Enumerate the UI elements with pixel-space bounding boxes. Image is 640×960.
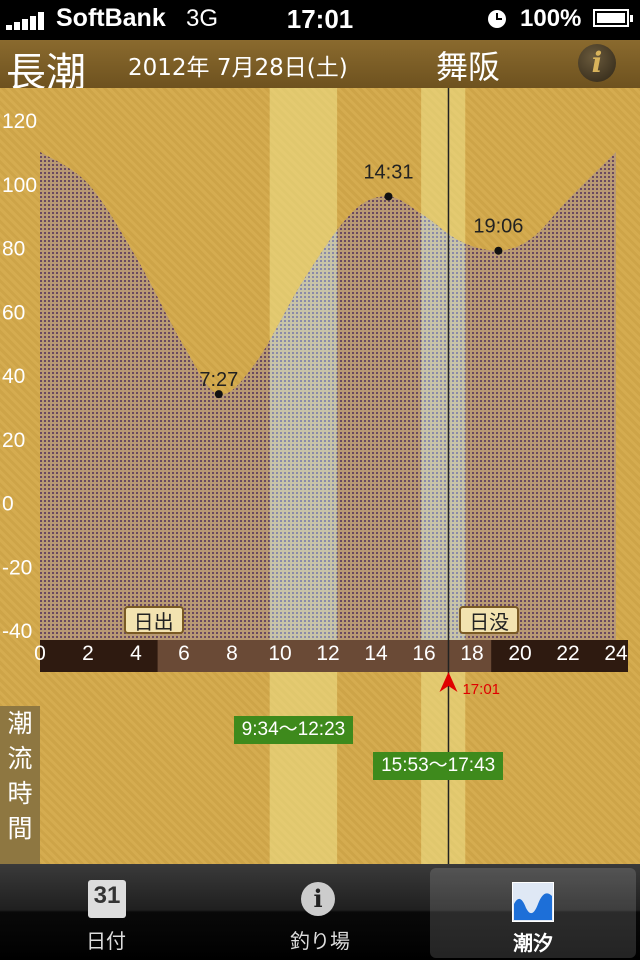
location-label[interactable]: 舞阪 bbox=[436, 42, 500, 88]
extremum-label: 14:31 bbox=[363, 162, 413, 184]
tab-tide-label: 潮汐 bbox=[513, 931, 553, 955]
x-tick-label: 20 bbox=[508, 642, 531, 665]
tab-fishing-spot-label: 釣り場 bbox=[290, 929, 350, 953]
info-icon: i bbox=[301, 882, 335, 916]
current-time-label: 17:01 bbox=[462, 681, 500, 698]
x-tick-label: 2 bbox=[82, 642, 94, 665]
x-tick-label: 4 bbox=[130, 642, 142, 665]
app-screen: SoftBank 3G 17:01 100% 長潮 2012年 7月28日(土)… bbox=[0, 0, 640, 960]
x-tick-label: 6 bbox=[178, 642, 190, 665]
tab-tide[interactable]: 潮汐 bbox=[430, 868, 636, 958]
extremum-point bbox=[494, 246, 503, 255]
tab-date[interactable]: 31 日付 bbox=[0, 864, 212, 960]
x-tick-label: 16 bbox=[412, 642, 435, 665]
extremum-label: 7:27 bbox=[199, 369, 238, 391]
x-tick-label: 12 bbox=[316, 642, 339, 665]
tab-date-label: 日付 bbox=[86, 929, 126, 953]
y-tick-label: -20 bbox=[2, 556, 32, 579]
tide-chart: 120100806040200-20-40 0 2 4 6 8 10 12 14 16 18 20 2… bbox=[2, 88, 628, 864]
sunset-badge: 日没 bbox=[459, 606, 520, 634]
x-tick-label: 18 bbox=[460, 642, 483, 665]
fishing-window-1: 9:34〜12:23 bbox=[233, 716, 354, 744]
date-label[interactable]: 2012年 7月28日(土) bbox=[128, 48, 348, 82]
x-tick-label: 10 bbox=[268, 642, 291, 665]
info-icon[interactable]: i bbox=[578, 44, 616, 82]
y-tick-label: -40 bbox=[2, 620, 32, 643]
y-tick-label: 20 bbox=[2, 429, 25, 452]
tide-flow-char: 間 bbox=[7, 814, 33, 843]
y-tick-label: 60 bbox=[2, 301, 25, 324]
extremum-label: 19:06 bbox=[473, 216, 523, 238]
sunrise-badge: 日出 bbox=[123, 606, 184, 634]
x-tick-label: 24 bbox=[604, 642, 628, 665]
y-tick-label: 0 bbox=[2, 493, 14, 516]
x-tick-label: 14 bbox=[364, 642, 388, 665]
battery-percent: 100% bbox=[520, 5, 582, 32]
battery-icon bbox=[593, 9, 633, 27]
tab-fishing-spot[interactable]: i 釣り場 bbox=[214, 864, 426, 960]
calendar-icon: 31 bbox=[88, 880, 126, 918]
tide-graph-icon bbox=[512, 882, 554, 922]
extremum-point bbox=[214, 390, 223, 399]
tide-flow-char: 流 bbox=[7, 744, 33, 773]
extremum-point bbox=[384, 192, 393, 201]
y-tick-label: 100 bbox=[2, 174, 37, 197]
tab-bar: 31 日付 i 釣り場 潮汐 bbox=[0, 864, 640, 960]
y-tick-label: 120 bbox=[2, 110, 37, 133]
tide-graph-panel[interactable]: 120 100 80 60 40 20 0 -20 -40 0 2 4 6 8 10 12 14 16 18 20 2… bbox=[0, 88, 640, 864]
x-tick-label: 0 bbox=[34, 642, 46, 665]
x-tick-label: 22 bbox=[556, 642, 579, 665]
tide-flow-char: 時 bbox=[7, 779, 33, 808]
x-tick-label: 8 bbox=[226, 642, 238, 665]
alarm-clock-icon bbox=[488, 10, 506, 28]
fishing-window-2: 15:53〜17:43 bbox=[373, 752, 504, 780]
y-tick-label: 40 bbox=[2, 365, 25, 388]
tide-flow-time-label: 潮 流 時 間 bbox=[0, 706, 40, 864]
tide-flow-char: 潮 bbox=[7, 709, 33, 738]
header-bar: 長潮 2012年 7月28日(土) 舞阪 i bbox=[0, 40, 640, 96]
status-bar: SoftBank 3G 17:01 100% bbox=[0, 0, 640, 40]
y-tick-label: 80 bbox=[2, 238, 25, 261]
